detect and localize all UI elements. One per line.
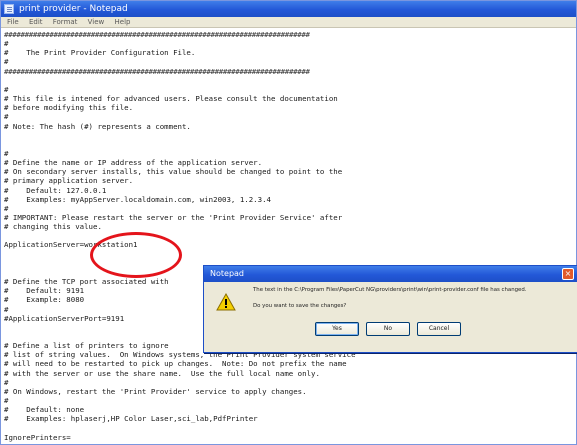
text-line: # Define the TCP port associated with (4, 277, 169, 287)
text-line: # (4, 57, 9, 67)
text-line: #ApplicationServerPort=9191 (4, 313, 125, 323)
text-line: # Example: 8080 (4, 295, 85, 305)
text-line: # changing this value. (4, 222, 102, 232)
text-line: # IMPORTANT: Please restart the server o… (4, 213, 343, 222)
red-highlight-ellipse (90, 232, 182, 278)
dialog-message-save-prompt: Do you want to save the changes? (253, 303, 347, 309)
text-line: # primary application server. (4, 176, 134, 186)
text-line: ########################################… (4, 66, 310, 76)
save-changes-dialog: Notepad × The text in the C:\Program Fil… (203, 265, 577, 353)
dialog-title-bar[interactable]: Notepad × (204, 266, 577, 282)
menu-edit[interactable]: Edit (29, 18, 43, 26)
notepad-app-icon (4, 4, 14, 14)
text-line: # On secondary server installs, this val… (4, 167, 343, 177)
text-editor[interactable]: ########################################… (1, 28, 576, 444)
menu-bar: File Edit Format View Help (1, 17, 576, 28)
text-line: # Define the name or IP address of the a… (4, 158, 263, 168)
menu-help[interactable]: Help (115, 18, 131, 26)
text-line: # (4, 84, 9, 94)
menu-format[interactable]: Format (53, 18, 78, 26)
text-line: # On Windows, restart the 'Print Provide… (4, 386, 307, 396)
dialog-message-file-changed: The text in the C:\Program Files\PaperCu… (253, 287, 527, 293)
title-bar[interactable]: print provider - Notepad (1, 1, 576, 17)
dialog-close-button[interactable]: × (562, 268, 574, 280)
text-line: # before modifying this file. (4, 103, 134, 113)
text-line: # (4, 148, 9, 158)
text-line: # (4, 304, 9, 314)
dialog-title: Notepad (210, 269, 244, 278)
menu-view[interactable]: View (88, 18, 105, 26)
text-line: # (4, 112, 9, 122)
text-line: # Default: 127.0.0.1 (4, 185, 107, 195)
text-line: # (4, 377, 9, 387)
yes-button[interactable]: Yes (315, 322, 359, 336)
text-line: # Note: The hash (#) represents a commen… (4, 121, 191, 131)
text-line: # (4, 396, 9, 405)
text-line: IgnorePrinters= (4, 432, 71, 442)
cancel-button[interactable]: Cancel (417, 322, 461, 336)
text-line: # Examples: hplaserj,HP Color Laser,sci_… (4, 414, 258, 424)
text-line: # This file is intened for advanced user… (4, 94, 338, 104)
text-line: # (4, 39, 9, 49)
text-line: # Define a list of printers to ignore (4, 341, 169, 351)
text-line: # Examples: myAppServer.localdomain.com,… (4, 194, 271, 204)
text-line: # (4, 203, 9, 213)
no-button[interactable]: No (366, 322, 410, 336)
menu-file[interactable]: File (7, 18, 19, 26)
notepad-window: print provider - Notepad File Edit Forma… (0, 0, 577, 445)
window-title: print provider - Notepad (19, 4, 128, 14)
warning-icon (216, 293, 236, 311)
text-line: # Default: 9191 (4, 286, 85, 296)
text-line: # The Print Provider Configuration File. (4, 48, 196, 58)
text-line: ########################################… (4, 30, 310, 39)
text-line: # with the server or use the share name.… (4, 368, 320, 378)
text-line: # will need to be restarted to pick up c… (4, 359, 347, 369)
text-line: # Default: none (4, 405, 85, 415)
